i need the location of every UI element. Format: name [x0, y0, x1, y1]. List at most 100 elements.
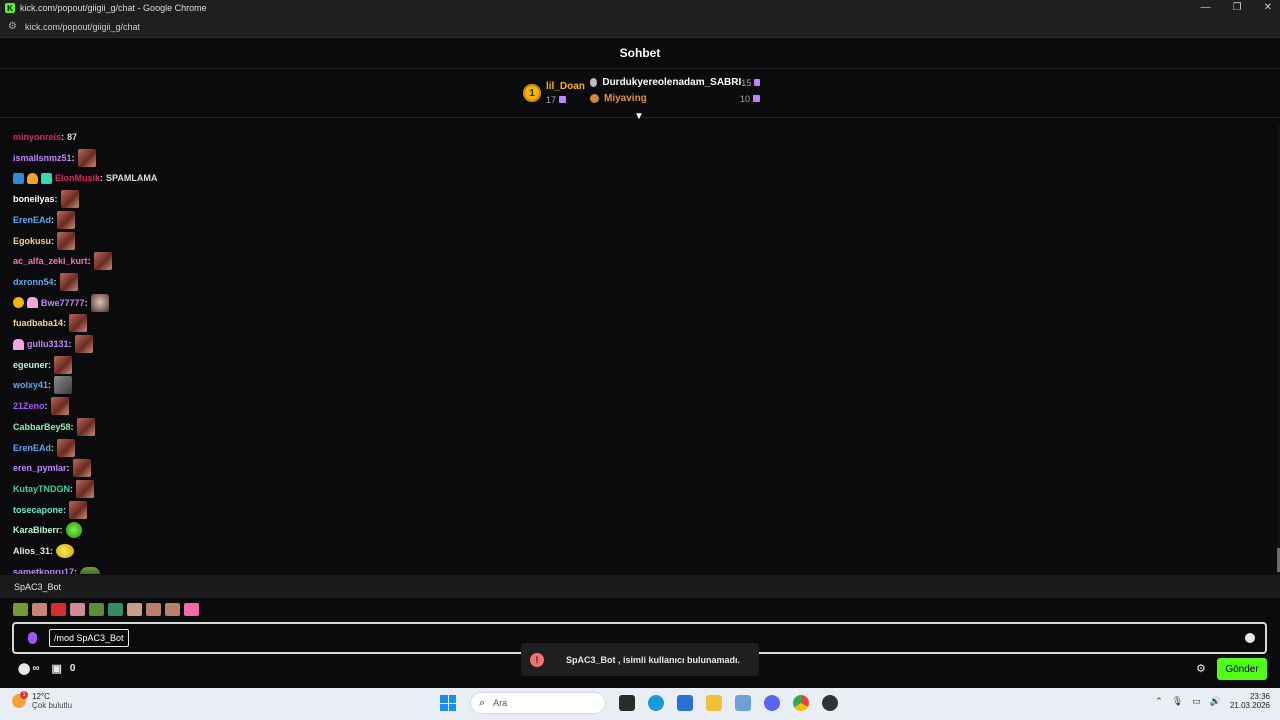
window-titlebar: K kick.com/popout/giigii_g/chat - Google… [0, 0, 1280, 16]
gift-box-icon[interactable]: ▣ [51, 662, 61, 675]
chat-message: ErenEAd: [13, 210, 76, 230]
weather-widget[interactable]: 1 12°C Çok bulutlu [12, 691, 73, 710]
network-icon[interactable]: ▭ [1192, 696, 1201, 707]
username-separator: : [44, 401, 48, 412]
clock[interactable]: 23:36 21.03.2026 [1230, 692, 1270, 710]
chat-emote-icon[interactable] [59, 272, 78, 291]
chat-username[interactable]: gullu3131 [27, 339, 69, 349]
chat-username[interactable]: eren_pymlar [13, 463, 67, 473]
chat-message: sametkopru17: [13, 562, 101, 574]
task-view-icon[interactable] [619, 695, 635, 711]
chat-message: KutayTNDGN: [13, 479, 95, 499]
chat-username[interactable]: dxronn54 [13, 277, 54, 287]
recent-emote-icon[interactable] [32, 603, 47, 616]
minimize-button[interactable]: — [1201, 0, 1211, 16]
chat-message: ElonMusik: SPAMLAMA [13, 168, 157, 188]
chat-emote-icon[interactable] [65, 522, 82, 539]
chat-emote-icon[interactable] [72, 459, 91, 478]
chat-emote-icon[interactable] [57, 210, 76, 229]
recent-emote-icon[interactable] [165, 603, 180, 616]
chat-username[interactable]: boneilyas [13, 194, 55, 204]
leaderboard-row[interactable]: Miyaving 10 [590, 93, 760, 104]
chat-emote-icon[interactable] [80, 566, 101, 574]
leaderboard-row[interactable]: Durdukyereolenadam_SABRI 15 [590, 77, 760, 88]
chat-username[interactable]: ElonMusik [55, 173, 100, 183]
reply-username: SpAC3_Bot [14, 581, 62, 592]
kick-favicon-icon: K [5, 3, 15, 13]
chat-username[interactable]: sametkopru17 [13, 567, 74, 574]
microphone-icon[interactable] [28, 632, 37, 644]
start-menu-icon[interactable] [440, 695, 456, 711]
chat-emote-icon[interactable] [76, 417, 95, 436]
chat-username[interactable]: fuadbaba14 [13, 318, 63, 328]
leaderboard-first[interactable]: 1 lil_Doan 17 [523, 81, 585, 105]
mic-tray-icon[interactable]: 🎙 [1172, 696, 1183, 707]
chat-emote-icon[interactable] [56, 544, 75, 558]
edge-icon[interactable] [648, 695, 664, 711]
maximize-button[interactable]: ❐ [1233, 0, 1242, 16]
chat-emote-icon[interactable] [77, 148, 96, 167]
chat-emote-icon[interactable] [90, 293, 109, 312]
gift-icon [753, 95, 760, 102]
store-icon[interactable] [677, 695, 693, 711]
chat-emote-icon[interactable] [76, 479, 95, 498]
close-button[interactable]: ✕ [1264, 0, 1272, 16]
chat-emote-icon[interactable] [54, 355, 73, 374]
settings-app-icon[interactable] [735, 695, 751, 711]
username-separator: : [59, 525, 63, 536]
silver-medal-icon [590, 78, 598, 87]
chat-username[interactable]: KaraBiberr [13, 525, 60, 535]
chat-username[interactable]: ismailsnmz51 [13, 153, 72, 163]
chat-username[interactable]: Bwe77777 [41, 298, 85, 308]
tray-chevron-icon[interactable]: ⌃ [1155, 696, 1163, 707]
username-separator: : [70, 421, 74, 432]
chat-username[interactable]: KutayTNDGN [13, 484, 70, 494]
chat-username[interactable]: minyonreis [13, 132, 61, 142]
file-explorer-icon[interactable] [706, 695, 722, 711]
recent-emote-icon[interactable] [70, 603, 85, 616]
chat-emote-icon[interactable] [50, 397, 69, 416]
chat-username[interactable]: ErenEAd [13, 443, 51, 453]
pink-badge-icon [13, 338, 24, 350]
site-info-icon[interactable]: ⚙ [8, 21, 17, 32]
chat-username[interactable]: Egokusu [13, 236, 51, 246]
recent-emote-icon[interactable] [51, 603, 66, 616]
collapse-leaderboard-icon[interactable]: ▼ [634, 111, 644, 122]
chat-username[interactable]: wolxy41 [13, 380, 48, 390]
chat-emote-icon[interactable] [57, 438, 76, 457]
chat-username[interactable]: tosecapone [13, 505, 63, 515]
recent-emote-icon[interactable] [89, 603, 104, 616]
emoji-picker-icon[interactable] [1245, 633, 1255, 643]
chat-username[interactable]: CabbarBey58 [13, 422, 71, 432]
users-icon[interactable]: ⬤ [18, 662, 30, 675]
chat-input[interactable]: /mod SpAC3_Bot [49, 629, 129, 647]
chat-username[interactable]: egeuner [13, 360, 48, 370]
pink-badge-icon [27, 297, 38, 309]
recent-emote-icon[interactable] [127, 603, 142, 616]
chrome-icon[interactable] [793, 695, 809, 711]
address-bar[interactable]: ⚙ kick.com/popout/giigii_g/chat [0, 16, 1280, 38]
recent-emote-icon[interactable] [108, 603, 123, 616]
discord-icon[interactable] [764, 695, 780, 711]
chat-emote-icon[interactable] [54, 376, 73, 395]
chat-emote-icon[interactable] [57, 231, 76, 250]
chat-username[interactable]: Alios_31 [13, 546, 50, 556]
chat-username[interactable]: 21Zeno [13, 401, 45, 411]
send-button[interactable]: Gönder [1217, 658, 1267, 680]
chat-username[interactable]: ac_alfa_zeki_kurt [13, 256, 88, 266]
chat-emote-icon[interactable] [74, 335, 93, 353]
taskbar-search[interactable]: ⌕ Ara [470, 692, 606, 714]
volume-icon[interactable]: 🔊 [1210, 696, 1221, 707]
address-url[interactable]: kick.com/popout/giigii_g/chat [25, 22, 140, 32]
recent-emote-icon[interactable] [184, 603, 199, 616]
chat-emote-icon[interactable] [93, 252, 112, 271]
chat-username[interactable]: ErenEAd [13, 215, 51, 225]
weather-desc: Çok bulutlu [32, 701, 73, 710]
settings-gear-icon[interactable]: ⚙ [1196, 662, 1206, 675]
recent-emote-icon[interactable] [13, 603, 28, 616]
chat-emote-icon[interactable] [69, 314, 88, 333]
chat-emote-icon[interactable] [60, 190, 79, 209]
app-icon[interactable] [822, 695, 838, 711]
recent-emote-icon[interactable] [146, 603, 161, 616]
chat-emote-icon[interactable] [69, 500, 88, 519]
